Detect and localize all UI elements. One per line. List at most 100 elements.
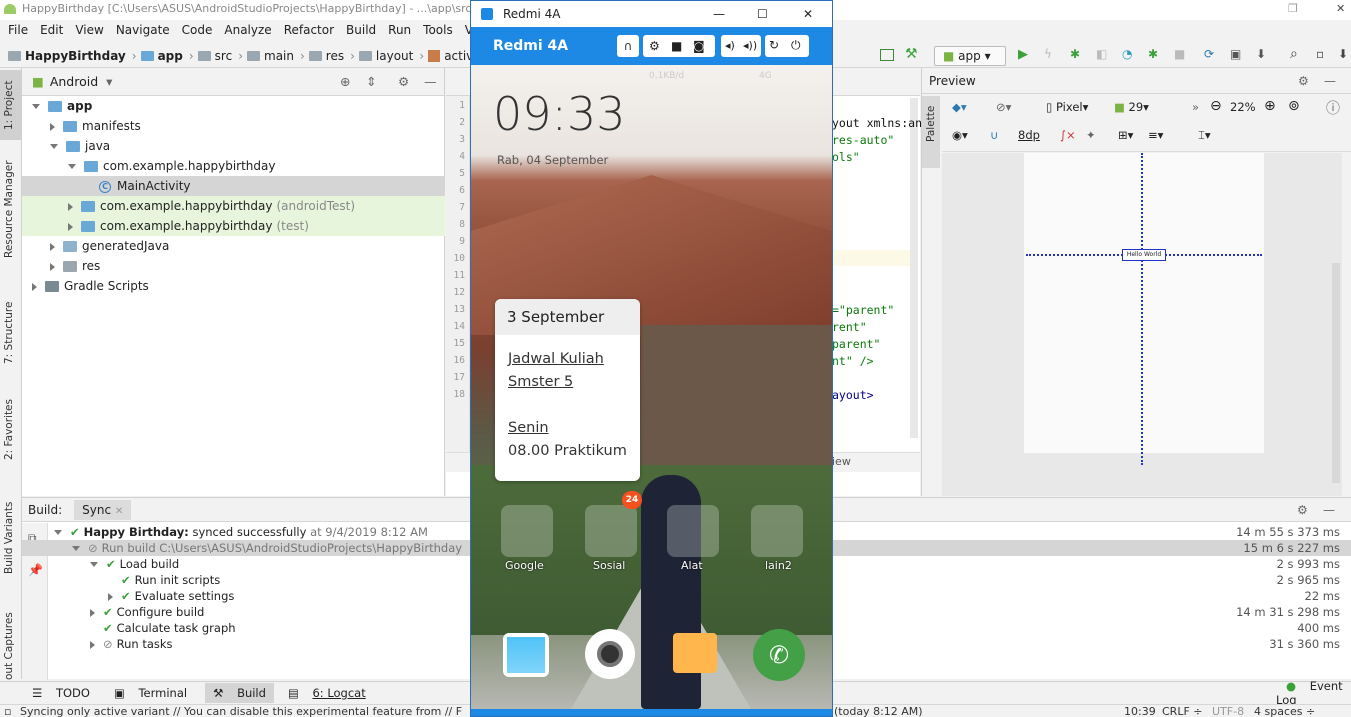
search-icon[interactable]: ⌕ [1290, 46, 1298, 62]
phone-app-icon[interactable]: ✆ [753, 629, 805, 681]
design-surface[interactable]: Hello World [942, 153, 1342, 496]
run-config-select[interactable]: ■ app ▾ [934, 46, 1006, 66]
preview-scrollbar[interactable] [1332, 263, 1340, 483]
project-tree-item[interactable]: res [22, 256, 445, 276]
chevron-down-icon[interactable] [50, 144, 58, 149]
tab-sync[interactable]: Sync ✕ [74, 499, 132, 520]
pack-icon[interactable]: ⊞▾ [1118, 128, 1133, 142]
project-tree-item[interactable]: com.example.happybirthday [22, 156, 445, 176]
caret-position[interactable]: 10:39 [1124, 705, 1156, 717]
align-icon[interactable]: ≡▾ [1148, 128, 1163, 142]
menu-item[interactable]: Run [382, 23, 417, 37]
menu-item[interactable]: Tools [417, 23, 459, 37]
menu-item[interactable]: Code [176, 23, 219, 37]
chevron-right-icon[interactable] [108, 592, 113, 601]
chevron-right-icon[interactable] [90, 608, 95, 617]
chevron-down-icon[interactable] [68, 164, 76, 169]
menu-item[interactable]: Edit [34, 23, 69, 37]
chevron-right-icon[interactable] [50, 262, 55, 271]
chevron-right-icon[interactable] [68, 222, 73, 231]
menu-item[interactable]: Analyze [218, 23, 277, 37]
hide-icon[interactable]: — [424, 74, 437, 89]
apply-changes-icon[interactable]: ϟ [1044, 47, 1052, 61]
encoding[interactable]: UTF-8 [1212, 705, 1244, 717]
run-icon[interactable]: ▶ [1018, 47, 1028, 62]
coverage-icon[interactable]: ◧ [1096, 47, 1107, 61]
eye-icon[interactable]: ◉▾ [952, 128, 968, 142]
project-view-select[interactable]: Android [50, 74, 98, 89]
record-icon[interactable]: ■ [671, 39, 682, 53]
chevron-down-icon[interactable] [32, 104, 40, 109]
make-project-icon[interactable] [880, 49, 894, 61]
tab-todo[interactable]: ☰ TODO [32, 686, 90, 700]
folder-sosial[interactable] [585, 505, 637, 557]
sync-gradle-icon[interactable]: ⟳ [1204, 47, 1214, 61]
folder-alat[interactable] [667, 505, 719, 557]
clear-constraints-icon[interactable]: ∫× [1060, 128, 1076, 142]
menu-item[interactable]: Build [340, 23, 382, 37]
power-icon[interactable]: ⏻ [791, 38, 801, 53]
breadcrumb-layout[interactable]: layout [358, 49, 413, 63]
folder-lain2[interactable] [751, 505, 803, 557]
breadcrumb-project[interactable]: HappyBirthday [8, 49, 126, 63]
tab-build-variants[interactable]: Build Variants [3, 502, 15, 574]
orientation-icon[interactable]: ⊘▾ [996, 100, 1011, 114]
editor-scrollbar[interactable] [910, 98, 918, 438]
zoom-out-icon[interactable]: ⊖ [1210, 98, 1222, 114]
tab-favorites[interactable]: 2: Favorites [3, 399, 15, 460]
indent[interactable]: 4 spaces ÷ [1254, 705, 1315, 717]
project-tree-item[interactable]: generatedJava [22, 236, 445, 256]
magnet-icon[interactable]: ∪ [990, 128, 998, 142]
menu-item[interactable]: File [2, 23, 34, 37]
project-tree-item[interactable]: com.example.happybirthday (test) [22, 216, 445, 236]
tab-structure[interactable]: 7: Structure [3, 302, 15, 364]
profile-icon[interactable]: ◔ [1122, 47, 1132, 61]
blank-icon[interactable]: ▫ [1316, 47, 1324, 61]
menu-item[interactable]: View [69, 23, 109, 37]
breadcrumb-main[interactable]: main [247, 49, 294, 63]
chevron-right-icon[interactable] [50, 122, 55, 131]
zoom-fit-icon[interactable]: ⊚ [1288, 98, 1300, 114]
gear-icon[interactable]: ⚙ [1298, 74, 1309, 88]
rotate-icon[interactable]: ↻ [769, 38, 779, 52]
hello-world-widget[interactable]: Hello World [1122, 249, 1166, 261]
tab-logcat[interactable]: ▤ 6: Logcat [288, 686, 366, 700]
project-tree-item[interactable]: Gradle Scripts [22, 276, 445, 296]
layers-icon[interactable]: ◆▾ [952, 100, 967, 114]
design-text-tab[interactable]: iew [832, 455, 851, 468]
hide-icon[interactable]: — [1323, 503, 1335, 517]
project-tree-item[interactable]: manifests [22, 116, 445, 136]
chevron-down-icon[interactable] [54, 530, 62, 535]
tab-captures[interactable]: out Captures [3, 612, 15, 680]
project-tree-item[interactable]: com.example.happybirthday (androidTest) [22, 196, 445, 216]
chevron-down-icon[interactable] [72, 546, 80, 551]
guidelines-icon[interactable]: ⌶▾ [1198, 128, 1211, 143]
warning-icon[interactable]: ⓘ [1326, 98, 1340, 118]
chevron-right-icon[interactable] [90, 640, 95, 649]
close-window-button[interactable]: ✕ [1336, 0, 1345, 18]
volume-up-icon[interactable]: ◂)) [743, 39, 757, 52]
menu-item[interactable]: Refactor [278, 23, 340, 37]
tab-resource-manager[interactable]: Resource Manager [3, 160, 15, 258]
sdk-manager-icon[interactable]: ⬇ [1256, 47, 1266, 61]
breadcrumb-res[interactable]: res [308, 49, 344, 63]
tab-terminal[interactable]: ▣ Terminal [114, 686, 187, 700]
zoom-in-icon[interactable]: ⊕ [1264, 98, 1276, 114]
api-select[interactable]: ■ 29▾ [1114, 100, 1149, 114]
gallery-icon[interactable] [503, 633, 549, 677]
infer-constraints-icon[interactable]: ✦ [1086, 128, 1096, 142]
chevron-right-icon[interactable] [50, 242, 55, 251]
minimize-button[interactable]: — [713, 1, 725, 27]
default-margin[interactable]: 8dp [1018, 128, 1040, 142]
close-icon[interactable]: ✕ [115, 506, 123, 517]
calendar-widget[interactable]: 3 September Jadwal Kuliah Smster 5 Senin… [495, 299, 640, 481]
tab-build[interactable]: ⚒ Build [205, 682, 274, 703]
hammer-icon[interactable]: ⚒ [905, 46, 918, 62]
chevron-down-icon[interactable] [90, 562, 98, 567]
tab-event-log[interactable]: ● Event Log [1276, 679, 1351, 707]
gear-icon[interactable]: ⚙ [398, 74, 409, 89]
volume-down-icon[interactable]: ◂) [725, 39, 735, 52]
collapse-icon[interactable]: ⇕ [366, 74, 376, 89]
device-select[interactable]: ▯ Pixel▾ [1046, 100, 1088, 114]
restore-window-button[interactable]: ❐ [1288, 0, 1298, 18]
